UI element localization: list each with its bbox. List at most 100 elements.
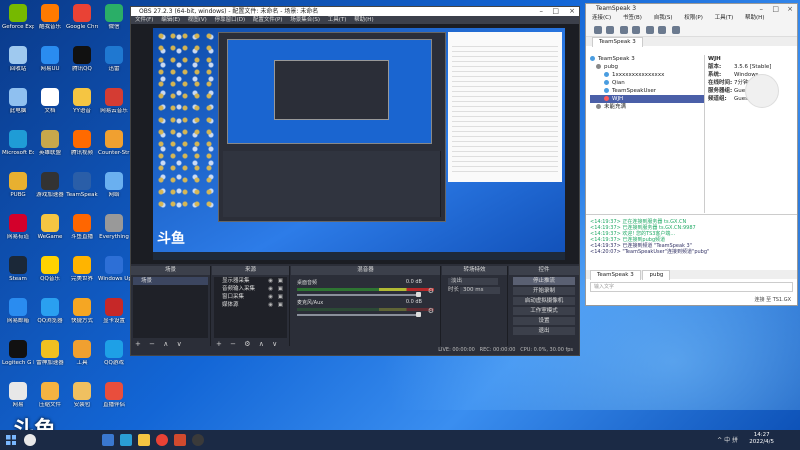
- menu-profile[interactable]: 配置文件(P): [253, 17, 283, 23]
- virtual-camera-button[interactable]: 启动虚拟摄像机: [513, 297, 575, 305]
- desktop-icon[interactable]: 完美世界: [66, 256, 98, 294]
- exit-button[interactable]: 退出: [513, 327, 575, 335]
- desktop-icon[interactable]: 显卡设置: [98, 298, 130, 336]
- away-icon[interactable]: [619, 26, 628, 34]
- menu-connections[interactable]: 连接(C): [592, 15, 611, 21]
- bookmark-icon[interactable]: [657, 26, 666, 34]
- volume-slider[interactable]: [297, 292, 421, 297]
- teamspeak-window[interactable]: TeamSpeak 3 – □ × 连接(C) 书签(B) 自我(S) 权限(P…: [585, 3, 798, 306]
- menu-self[interactable]: 自我(S): [654, 15, 673, 21]
- search-icon[interactable]: [24, 434, 36, 446]
- edge-icon[interactable]: [120, 434, 132, 446]
- stop-stream-button[interactable]: 停止推流: [513, 277, 575, 285]
- desktop-icon[interactable]: 微信: [98, 4, 130, 42]
- desktop-icon[interactable]: 迅雷: [98, 46, 130, 84]
- desktop-icon[interactable]: YY语音: [66, 88, 98, 126]
- windows-start-icon[interactable]: [6, 435, 16, 445]
- menu-tools[interactable]: 工具(T): [715, 15, 734, 21]
- chat-tab-server[interactable]: TeamSpeak 3: [590, 270, 641, 280]
- desktop-icon[interactable]: 游戏加速器: [34, 172, 66, 210]
- close-icon[interactable]: ×: [569, 7, 575, 16]
- obs-title-bar[interactable]: OBS 27.2.3 (64-bit, windows) - 配置文件: 未命名…: [131, 7, 579, 16]
- menu-permissions[interactable]: 权限(P): [684, 15, 703, 21]
- server-row[interactable]: TeamSpeak 3: [590, 55, 704, 63]
- desktop-icon[interactable]: QQ音乐: [34, 256, 66, 294]
- chat-input[interactable]: 输入文字: [590, 282, 793, 292]
- maximize-icon[interactable]: □: [552, 7, 559, 16]
- gear-icon[interactable]: ⚙: [428, 287, 434, 295]
- source-item[interactable]: 窗口采集 ◉ ▣: [214, 293, 287, 301]
- server-tab[interactable]: TeamSpeak 3: [592, 37, 643, 47]
- obs-window[interactable]: OBS 27.2.3 (64-bit, windows) - 配置文件: 未命名…: [130, 6, 580, 356]
- desktop-icon[interactable]: 文档: [34, 88, 66, 126]
- channel-row[interactable]: 未能充满: [590, 103, 704, 111]
- channel-row[interactable]: pubg: [590, 63, 704, 71]
- desktop-icon[interactable]: QQ浏览器: [34, 298, 66, 336]
- desktop-icon[interactable]: Google Chrome: [66, 4, 98, 42]
- desktop-icon[interactable]: 英雄联盟: [34, 130, 66, 168]
- user-row[interactable]: Qian: [590, 79, 704, 87]
- system-tray[interactable]: ^ 中 拼: [717, 435, 738, 444]
- desktop-icon[interactable]: 安装包: [66, 382, 98, 420]
- desktop-icon[interactable]: TeamSpeak: [66, 172, 98, 210]
- file-explorer-icon[interactable]: [138, 434, 150, 446]
- scene-item[interactable]: 场景: [133, 277, 208, 285]
- minimize-icon[interactable]: –: [540, 7, 544, 16]
- mic-icon[interactable]: [631, 26, 640, 34]
- desktop-icon[interactable]: WeGame: [34, 214, 66, 252]
- user-row-selected[interactable]: WJH: [590, 95, 704, 103]
- gear-icon[interactable]: ⚙: [428, 307, 434, 315]
- desktop-icon[interactable]: Counter-Strike: [98, 130, 130, 168]
- desktop-icon[interactable]: 工具: [66, 340, 98, 378]
- desktop-icon[interactable]: 斗鱼直播: [66, 214, 98, 252]
- desktop-icon[interactable]: 此电脑: [2, 88, 34, 126]
- desktop-icon[interactable]: Everything: [98, 214, 130, 252]
- menu-file[interactable]: 文件(F): [135, 17, 153, 23]
- desktop-icon[interactable]: 网易云音乐: [98, 88, 130, 126]
- menu-scene-collection[interactable]: 场景集合(S): [290, 17, 320, 23]
- clock[interactable]: 14:27 2022/4/5: [749, 432, 774, 446]
- studio-mode-button[interactable]: 工作室模式: [513, 307, 575, 315]
- desktop-icon[interactable]: 直播伴侣: [98, 382, 130, 420]
- transition-select[interactable]: 淡出: [444, 277, 505, 286]
- settings-button[interactable]: 设置: [513, 317, 575, 325]
- chat-tab-channel[interactable]: pubg: [642, 270, 671, 280]
- duration-input[interactable]: 300 ms: [460, 287, 500, 294]
- speaker-icon[interactable]: [645, 26, 654, 34]
- desktop-icon[interactable]: Microsoft Edge: [2, 130, 34, 168]
- obs-taskbar-icon[interactable]: [174, 434, 186, 446]
- desktop-icon[interactable]: 网易UU: [34, 46, 66, 84]
- desktop-icon[interactable]: 快捷方式: [66, 298, 98, 336]
- minimize-icon[interactable]: –: [760, 4, 764, 14]
- taskview-icon[interactable]: [102, 434, 114, 446]
- volume-slider[interactable]: [297, 312, 421, 317]
- desktop-icon[interactable]: Geforce Experience: [2, 4, 34, 42]
- source-item[interactable]: 显示器采集 ◉ ▣: [214, 277, 287, 285]
- source-item[interactable]: 音频输入采集 ◉ ▣: [214, 285, 287, 293]
- chrome-icon[interactable]: [156, 434, 168, 446]
- obs-studio-icon[interactable]: [192, 434, 204, 446]
- desktop-icon[interactable]: Logitech G HUB: [2, 340, 34, 378]
- desktop-icon[interactable]: 雷神加速器: [34, 340, 66, 378]
- connect-icon[interactable]: [594, 26, 602, 34]
- desktop-icon[interactable]: 腾讯QQ: [66, 46, 98, 84]
- menu-bookmarks[interactable]: 书签(B): [623, 15, 642, 21]
- menu-tools[interactable]: 工具(T): [328, 17, 347, 23]
- desktop-icon[interactable]: 酷我音乐: [34, 4, 66, 42]
- desktop-icon[interactable]: PUBG: [2, 172, 34, 210]
- user-row[interactable]: TeamSpeakUser: [590, 87, 704, 95]
- user-icon[interactable]: [671, 26, 680, 34]
- ts-title-bar[interactable]: TeamSpeak 3 – □ ×: [586, 4, 797, 14]
- desktop-icon[interactable]: QQ游戏: [98, 340, 130, 378]
- start-recording-button[interactable]: 开始录制: [513, 287, 575, 295]
- disconnect-icon[interactable]: [606, 26, 614, 34]
- desktop-icon[interactable]: 网络: [98, 172, 130, 210]
- desktop-icon[interactable]: 网易有道: [2, 214, 34, 252]
- menu-view[interactable]: 视图(V): [188, 17, 207, 23]
- maximize-icon[interactable]: □: [772, 4, 779, 14]
- user-row[interactable]: 1xxxxxxxxxxxxxxx: [590, 71, 704, 79]
- menu-edit[interactable]: 编辑(E): [161, 17, 180, 23]
- menu-docks[interactable]: 停靠窗口(D): [215, 17, 246, 23]
- menu-help[interactable]: 帮助(H): [354, 17, 373, 23]
- obs-preview[interactable]: 斗鱼: [131, 24, 579, 264]
